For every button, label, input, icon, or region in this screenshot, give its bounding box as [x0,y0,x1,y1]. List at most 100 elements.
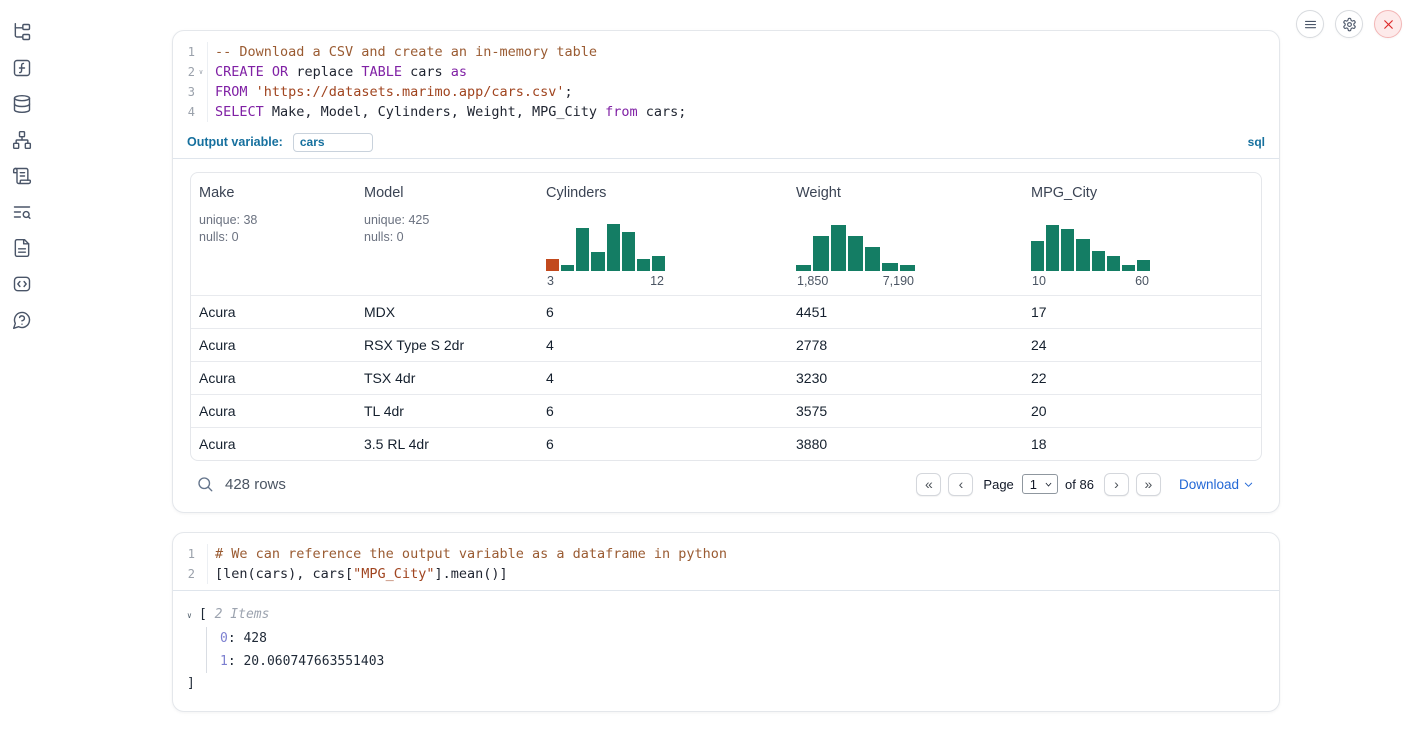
documentation-icon[interactable] [12,274,32,294]
language-badge: sql [1248,135,1265,149]
column-nulls-stat: nulls: 0 [199,229,348,246]
column-make: Make unique: 38 nulls: 0 [191,173,356,295]
collapse-chevron-icon[interactable]: ∨ [187,605,199,627]
fold-chevron-icon [195,102,207,122]
column-unique-stat: unique: 425 [364,212,530,229]
next-page-button[interactable]: › [1104,473,1129,496]
column-model: Model unique: 425 nulls: 0 [356,173,538,295]
weight-histogram [796,221,915,271]
list-item: 1: 20.060747663551403 [220,650,1261,673]
code-token: -- Download a CSV and create an in-memor… [215,44,597,60]
column-header-label[interactable]: Make [199,185,348,201]
settings-button[interactable] [1335,10,1363,38]
tree-items: 0: 428 1: 20.060747663551403 [206,627,1261,673]
table-footer: 428 rows « ‹ Page 1 of 86 › » Download [190,461,1262,507]
hist-min-label: 3 [547,274,554,288]
page-select[interactable]: 1 [1022,474,1058,494]
code-token: ; [565,84,573,100]
menu-button[interactable] [1296,10,1324,38]
table-row: AcuraMDX6445117 [191,295,1261,328]
list-item: 0: 428 [220,627,1261,650]
code-token: replace [288,64,361,80]
fold-chevron-icon[interactable]: ∨ [195,62,207,82]
code-token: FROM [215,84,248,100]
hist-max-label: 12 [650,274,664,288]
table-row: AcuraRSX Type S 2dr4277824 [191,328,1261,361]
cell-mpg-city: 20 [1023,403,1261,419]
code-token: Make, Model, Cylinders, Weight, MPG_City [264,104,605,120]
sql-code-editor[interactable]: 1 -- Download a CSV and create an in-mem… [173,31,1279,128]
cell-make: Acura [191,370,356,386]
open-bracket: [ [199,607,207,622]
logs-icon[interactable] [12,202,32,222]
python-code-editor[interactable]: 1 # We can reference the output variable… [173,533,1279,590]
column-header-label[interactable]: Model [364,185,530,201]
first-page-button[interactable]: « [916,473,941,496]
code-token: SELECT [215,104,264,120]
line-number: 3 [179,82,195,102]
code-line: 3 FROM 'https://datasets.marimo.app/cars… [179,82,1279,102]
code-token: 'https://datasets.marimo.app/cars.csv' [256,84,565,100]
code-line: 4 SELECT Make, Model, Cylinders, Weight,… [179,102,1279,122]
item-value: 20.060747663551403 [243,654,384,669]
datasources-icon[interactable] [12,94,32,114]
snippets-icon[interactable] [12,238,32,258]
output-variable-input[interactable]: cars [293,133,373,152]
line-number: 4 [179,102,195,122]
cell-make: Acura [191,436,356,452]
hist-min-label: 1,850 [797,274,828,288]
variables-icon[interactable] [12,58,32,78]
table-row: AcuraTSX 4dr4323022 [191,361,1261,394]
dependency-graph-icon[interactable] [12,130,32,150]
code-token: from [605,104,638,120]
pagination: « ‹ Page 1 of 86 › » Download [916,473,1254,496]
cell-cylinders: 6 [538,403,788,419]
tree-root-line: ∨[ 2 Items [187,604,1261,627]
code-token: cars [402,64,451,80]
download-label: Download [1179,477,1239,492]
code-token: OR [272,64,288,80]
cell-weight: 3575 [788,403,1023,419]
cell-model: RSX Type S 2dr [356,337,538,353]
python-cell: 1 # We can reference the output variable… [172,532,1280,712]
fold-chevron-icon [195,544,207,564]
code-token: CREATE [215,64,264,80]
hist-max-label: 60 [1135,274,1149,288]
last-page-button[interactable]: » [1136,473,1161,496]
outline-icon[interactable] [12,22,32,42]
cell-cylinders: 6 [538,304,788,320]
sql-cell: 1 -- Download a CSV and create an in-mem… [172,30,1280,513]
items-count: 2 Items [215,607,270,622]
column-header-label[interactable]: Cylinders [546,185,780,201]
cell-weight: 3230 [788,370,1023,386]
code-token: [len(cars), cars[ [215,566,353,582]
column-weight: Weight 1,850 7,190 [788,173,1023,295]
help-icon[interactable] [12,310,32,330]
item-index: 0 [220,631,228,646]
code-token: # We can reference the output variable a… [215,546,727,562]
sidebar [0,22,44,330]
cylinders-histogram [546,221,665,271]
scratchpad-icon[interactable] [12,166,32,186]
column-header-label[interactable]: MPG_City [1031,185,1253,201]
prev-page-button[interactable]: ‹ [948,473,973,496]
column-cylinders: Cylinders 3 12 [538,173,788,295]
cell-cylinders: 4 [538,337,788,353]
sql-cell-output: Make unique: 38 nulls: 0 Model unique: 4… [173,159,1279,507]
search-icon[interactable] [196,475,214,493]
hist-min-label: 10 [1032,274,1046,288]
line-number: 2 [179,62,195,82]
mpg-city-histogram [1031,221,1150,271]
line-number: 1 [179,42,195,62]
cell-make: Acura [191,304,356,320]
chevron-down-icon [1243,479,1254,490]
cell-mpg-city: 18 [1023,436,1261,452]
topbar [1296,10,1402,38]
column-mpg-city: MPG_City 10 60 [1023,173,1261,295]
download-button[interactable]: Download [1179,477,1254,492]
code-token [264,64,272,80]
code-token: ].mean()] [434,566,507,582]
line-number: 2 [179,564,195,584]
shutdown-button[interactable] [1374,10,1402,38]
column-header-label[interactable]: Weight [796,185,1015,201]
